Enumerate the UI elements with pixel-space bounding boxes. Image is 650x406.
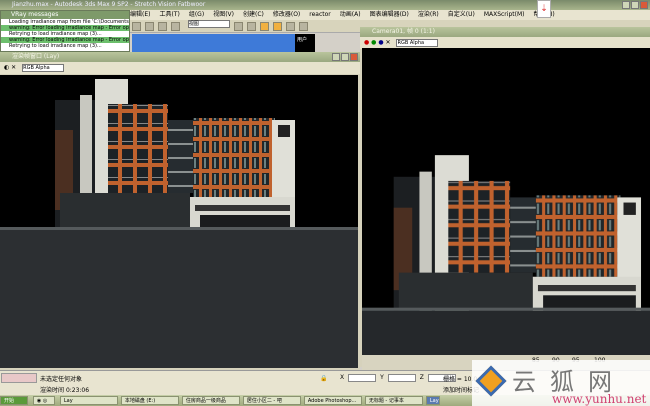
angle-snap-icon[interactable] [259,22,269,31]
app-window-controls [622,1,648,9]
menu-tools[interactable]: 工具(T) [159,11,179,18]
menu-edit[interactable]: 编辑(E) [130,11,150,18]
watermark-logo-icon [475,365,507,397]
move-icon[interactable] [145,22,154,31]
right-window-title: Camera01, 帧 0 (1:1) [360,27,650,37]
minimize-button[interactable] [622,1,630,9]
y-label: Y [380,374,384,381]
maxscript-listener[interactable] [1,373,37,383]
render-time-value: 0:23:06 [65,387,90,394]
render-teapot-icon[interactable]: ⇣ [537,0,551,18]
z-label: Z [419,374,424,381]
snap-icon[interactable] [246,22,256,31]
menu-create[interactable]: 创建(C) [243,11,264,18]
pivot-icon[interactable] [233,22,243,31]
x-label: X [340,374,345,381]
viewport-background[interactable] [132,34,295,52]
scale-icon[interactable] [171,22,180,31]
menu-group[interactable]: 组(G) [189,11,204,18]
green-channel-icon[interactable]: ● [371,39,376,46]
right-render-window: Camera01, 帧 0 (1:1) ● ● ● ✕ RGB Alpha [360,27,650,367]
x-field[interactable] [348,374,377,382]
menu-maxscript[interactable]: MAXScript(M) [484,11,525,18]
taskbar-item[interactable]: Lay [59,396,118,405]
building-render [0,79,358,368]
clear-icon[interactable]: ✕ [11,64,16,71]
lock-icon[interactable]: 🔒 [320,375,327,382]
channel-select[interactable]: RGB Alpha [22,63,65,72]
right-render-image [362,48,650,355]
channel-icon[interactable]: ◐ [4,64,9,71]
reference-coord-select[interactable]: 视图 [187,20,230,28]
menu-rendering[interactable]: 渲染(R) [418,11,439,18]
close-button[interactable] [350,53,358,61]
start-button[interactable]: 开始 [0,396,28,405]
watermark-url: www.yunhu.net [552,392,647,406]
building-render [362,155,650,355]
clear-icon[interactable]: ✕ [386,39,391,46]
menu-animation[interactable]: 动画(A) [340,11,361,18]
minimize-button[interactable] [332,53,340,61]
spinner-snap-icon[interactable] [285,22,295,31]
named-selection-icon[interactable] [298,22,308,31]
vray-messages-title: VRay messages [1,11,129,19]
menu-views[interactable]: 视图(V) [213,11,234,18]
left-window-title: 渲染帧窗口 (Lay) [0,52,360,62]
menu-customize[interactable]: 自定义(U) [448,11,475,18]
vray-messages-window: VRay messages Loading irradiance map fro… [0,10,130,52]
red-channel-icon[interactable]: ● [364,39,369,46]
menu-modifiers[interactable]: 修改器(O) [273,11,300,18]
watermark: 云狐网 www.yunhu.net [472,360,650,406]
channel-select[interactable]: RGB Alpha [396,38,439,47]
taskbar-item[interactable]: 居住小区二 - 吧 [242,396,301,405]
taskbar-item[interactable]: 无标题 - 记事本 [364,396,423,405]
left-render-image [0,75,358,368]
menu-graph-editors[interactable]: 图表编辑器(D) [370,11,409,18]
percent-snap-icon[interactable] [272,22,282,31]
taskbar-item[interactable]: 本地磁盘 (E:) [120,396,179,405]
blue-channel-icon[interactable]: ● [378,39,383,46]
left-window-controls [332,53,358,61]
status-prompt: 未选定任何对象 [40,376,83,383]
left-window-toolbar: ◐ ✕ RGB Alpha [0,62,360,74]
menu-bar: 编辑(E) 工具(T) 组(G) 视图(V) 创建(C) 修改器(O) reactor 动画(… [130,10,650,20]
select-icon[interactable] [132,22,141,31]
taskbar-item[interactable]: Lay [425,396,440,405]
render-time: 渲染时间 0:23:06 [40,385,89,394]
viewport-label: 用户 [295,34,315,52]
taskbar-item[interactable]: 住房商品一级商品 [181,396,240,405]
maximize-button[interactable] [341,53,349,61]
app-title-bar: Jianzhu.max - Autodesk 3ds Max 9 SP2 - S… [0,0,650,10]
message-line: Retrying to load irradiance map (3)... [9,43,102,49]
quick-launch[interactable]: ◉ ◎ [32,396,55,405]
render-time-label: 渲染时间 [40,387,65,394]
menu-reactor[interactable]: reactor [309,11,331,18]
left-render-window: 渲染帧窗口 (Lay) ◐ ✕ RGB Alpha [0,52,360,370]
close-button[interactable] [640,1,648,9]
taskbar-item[interactable]: Adobe Photoshop... [303,396,362,405]
y-field[interactable] [387,374,416,382]
coordinate-fields: X Y Z [340,374,456,382]
maximize-button[interactable] [631,1,639,9]
rotate-icon[interactable] [158,22,167,31]
